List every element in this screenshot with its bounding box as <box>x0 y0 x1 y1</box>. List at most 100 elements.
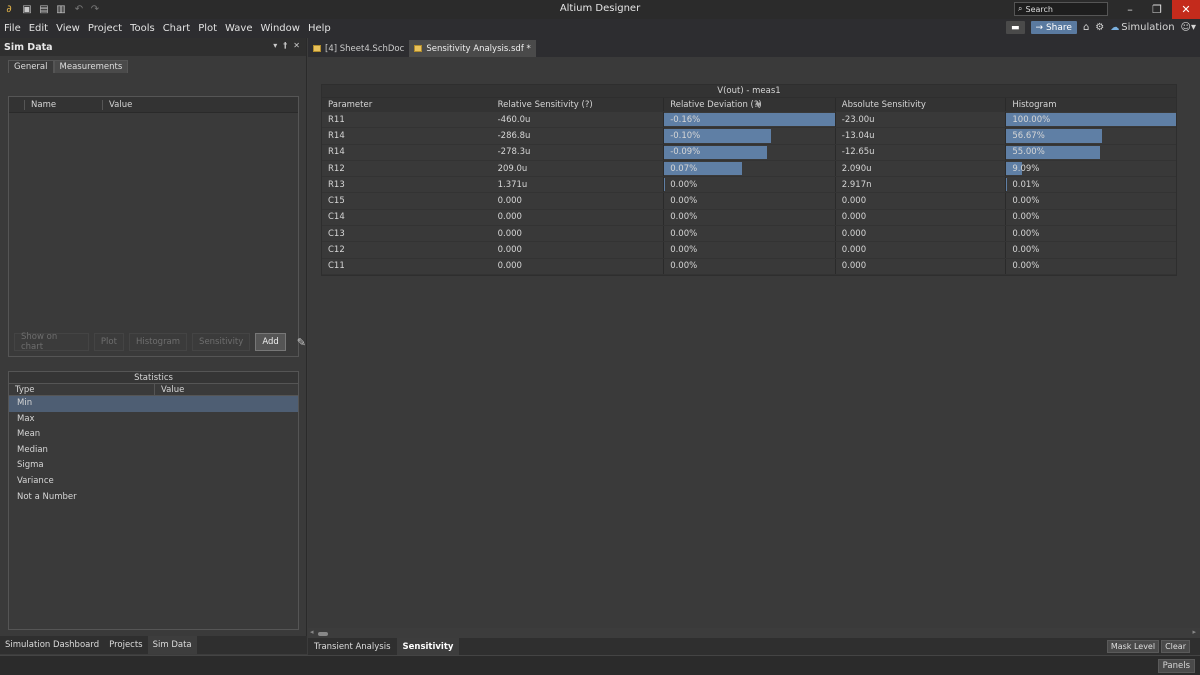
table-row[interactable]: R14 -278.3u -0.09% -12.65u 55.00% <box>322 144 1176 161</box>
cell-parameter-text: R12 <box>328 163 345 174</box>
plot-button[interactable]: Plot <box>93 333 124 351</box>
clear-button[interactable]: Clear <box>1161 640 1190 653</box>
menu-tools[interactable]: Tools <box>126 23 159 34</box>
menu-plot[interactable]: Plot <box>194 23 221 34</box>
cell-histogram-text: 0.00% <box>1012 245 1040 256</box>
minimize-button[interactable]: – <box>1116 0 1144 19</box>
col-relative-deviation[interactable]: Relative Deviation (?) ▼ <box>663 98 835 111</box>
cell-relative-deviation: 0.07% <box>663 160 835 177</box>
menu-file[interactable]: File <box>0 23 25 34</box>
simulation-label: Simulation <box>1121 22 1175 33</box>
close-button[interactable]: ✕ <box>1172 0 1200 19</box>
measurements-list[interactable]: Name Value <box>8 96 299 357</box>
table-row[interactable]: R13 1.371u 0.00% 2.917n 0.01% <box>322 177 1176 194</box>
table-row[interactable]: C15 0.000 0.00% 0.000 0.00% <box>322 193 1176 210</box>
user-icon[interactable]: ☺▾ <box>1181 22 1196 33</box>
menu-project[interactable]: Project <box>84 23 126 34</box>
statistics-title: Statistics <box>9 372 298 384</box>
menu-chart[interactable]: Chart <box>159 23 194 34</box>
share-button[interactable]: → Share <box>1030 21 1077 34</box>
menu-wave[interactable]: Wave <box>221 23 256 34</box>
home-icon[interactable]: ⌂ <box>1083 22 1089 33</box>
cell-relative-deviation: 0.00% <box>663 258 835 274</box>
left-bottom-tabs: Simulation Dashboard Projects Sim Data <box>0 636 307 654</box>
cell-relative-sensitivity-text: 0.000 <box>497 196 522 207</box>
col-histogram[interactable]: Histogram <box>1005 98 1176 111</box>
table-row[interactable]: C12 0.000 0.00% 0.000 0.00% <box>322 242 1176 259</box>
stat-row-mean[interactable]: Mean <box>9 427 298 443</box>
measure-col-name[interactable]: Name <box>24 99 102 110</box>
stats-col-value[interactable]: Value <box>155 384 184 395</box>
menu-view[interactable]: View <box>52 23 84 34</box>
edit-pencil-icon[interactable]: ✎ <box>297 336 306 349</box>
col-parameter[interactable]: Parameter <box>322 98 492 111</box>
sensitivity-button[interactable]: Sensitivity <box>192 333 251 351</box>
table-row[interactable]: C11 0.000 0.00% 0.000 0.00% <box>322 258 1176 275</box>
gear-icon[interactable]: ⚙ <box>1095 22 1104 33</box>
tab-projects[interactable]: Projects <box>104 636 148 654</box>
histogram-button[interactable]: Histogram <box>128 333 188 351</box>
title-bar: ∂ ▣ ▤ ▥ ↶ ↷ Altium Designer ⌕ Search – ❐… <box>0 0 1200 19</box>
tab-simulation-dashboard[interactable]: Simulation Dashboard <box>0 636 104 654</box>
doc-tab-sensitivity[interactable]: Sensitivity Analysis.sdf * <box>409 40 536 57</box>
stat-row-sigma[interactable]: Sigma <box>9 458 298 474</box>
stats-col-type[interactable]: Type <box>9 384 155 395</box>
tab-transient-analysis[interactable]: Transient Analysis <box>308 638 397 655</box>
table-header: Parameter Relative Sensitivity (?) Relat… <box>322 98 1176 112</box>
cell-absolute-sensitivity-text: 2.090u <box>841 163 872 174</box>
cell-parameter-text: R14 <box>328 147 345 158</box>
col-relative-sensitivity[interactable]: Relative Sensitivity (?) <box>492 98 664 111</box>
stat-row-max[interactable]: Max <box>9 412 298 428</box>
pin-icon[interactable]: † <box>283 41 287 50</box>
panel-menu-icon[interactable]: ▾ <box>273 41 277 50</box>
tab-measurements[interactable]: Measurements <box>53 60 129 73</box>
measure-col-value[interactable]: Value <box>102 99 298 110</box>
tab-sim-data[interactable]: Sim Data <box>147 636 197 654</box>
table-row[interactable]: C13 0.000 0.00% 0.000 0.00% <box>322 226 1176 243</box>
menu-help[interactable]: Help <box>304 23 335 34</box>
cell-relative-sensitivity: 0.000 <box>492 259 664 274</box>
col-absolute-sensitivity[interactable]: Absolute Sensitivity <box>834 98 1006 111</box>
tab-sensitivity[interactable]: Sensitivity <box>396 638 460 655</box>
cell-histogram: 9.09% <box>1005 160 1176 177</box>
simulation-button[interactable]: ☁ Simulation <box>1110 22 1174 33</box>
table-row[interactable]: R12 209.0u 0.07% 2.090u 9.09% <box>322 160 1176 178</box>
stat-row-variance[interactable]: Variance <box>9 474 298 490</box>
add-button[interactable]: Add <box>255 333 286 351</box>
cell-histogram-text: 56.67% <box>1012 130 1045 141</box>
tab-general[interactable]: General <box>8 60 54 73</box>
stat-row-median[interactable]: Median <box>9 443 298 459</box>
panels-button[interactable]: Panels <box>1157 659 1195 673</box>
cell-absolute-sensitivity-text: 2.917n <box>841 179 872 190</box>
horizontal-scrollbar[interactable]: ◂ ▸ <box>308 628 1200 638</box>
open-icon[interactable]: ▥ <box>54 2 68 16</box>
scroll-left-icon[interactable]: ◂ <box>310 628 314 636</box>
cell-absolute-sensitivity: 0.000 <box>834 258 1006 274</box>
scroll-thumb[interactable] <box>318 632 328 636</box>
show-on-chart-button[interactable]: Show on chart <box>14 332 89 352</box>
save-all-icon[interactable]: ▤ <box>37 2 51 16</box>
cell-absolute-sensitivity: 2.917n <box>834 177 1006 193</box>
restore-button[interactable]: ❐ <box>1143 0 1171 19</box>
panel-close-icon[interactable]: ✕ <box>293 41 300 50</box>
menu-edit[interactable]: Edit <box>25 23 52 34</box>
cell-relative-deviation: 0.00% <box>663 193 835 209</box>
menu-window[interactable]: Window <box>257 23 304 34</box>
table-row[interactable]: R11 -460.0u -0.16% -23.00u 100.00% <box>322 112 1176 129</box>
mask-level-button[interactable]: Mask Level <box>1106 640 1160 653</box>
stat-row-min[interactable]: Min <box>9 396 298 412</box>
save-icon[interactable]: ▣ <box>20 2 34 16</box>
search-input[interactable]: ⌕ Search <box>1014 2 1108 16</box>
panel-header: Sim Data ▾ † ✕ <box>0 38 306 56</box>
redo-icon[interactable]: ↷ <box>88 2 102 16</box>
cell-relative-deviation-text: 0.00% <box>670 179 698 190</box>
undo-icon[interactable]: ↶ <box>72 2 86 16</box>
comment-icon[interactable]: ▬ <box>1006 21 1025 34</box>
doc-tab-sheet4[interactable]: [4] Sheet4.SchDoc <box>308 40 409 57</box>
table-row[interactable]: C14 0.000 0.00% 0.000 0.00% <box>322 209 1176 227</box>
cloud-icon: ☁ <box>1110 22 1120 33</box>
sim-data-panel: Sim Data ▾ † ✕ General Measurements Name… <box>0 38 307 636</box>
scroll-right-icon[interactable]: ▸ <box>1192 628 1196 636</box>
table-row[interactable]: R14 -286.8u -0.10% -13.04u 56.67% <box>322 128 1176 145</box>
stat-row-nan[interactable]: Not a Number <box>9 490 298 506</box>
